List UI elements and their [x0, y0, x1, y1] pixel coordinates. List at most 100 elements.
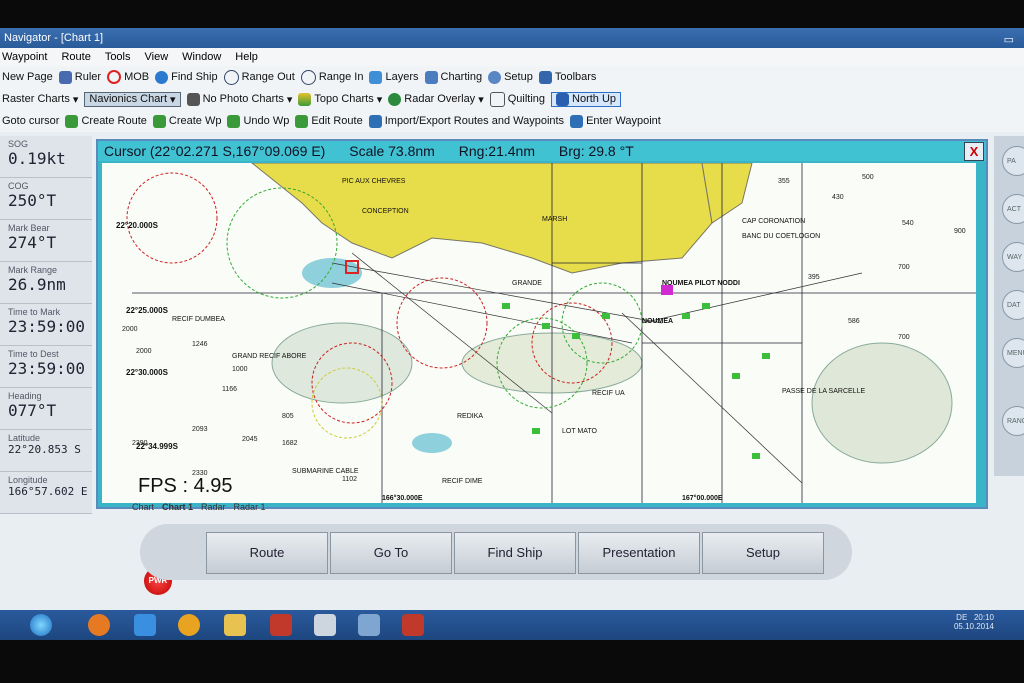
layers-icon [369, 70, 383, 84]
edit-route-button[interactable]: Edit Route [295, 114, 363, 128]
clock-date[interactable]: 05.10.2014 [954, 622, 994, 631]
pa-button[interactable]: PA [1002, 146, 1024, 176]
time-to-dest-label: Time to Dest [8, 349, 59, 359]
tab-chart[interactable]: Chart [132, 502, 154, 512]
topo-charts-dropdown[interactable]: Topo Charts ▾ [298, 92, 382, 106]
create-route-button[interactable]: Create Route [65, 114, 147, 128]
create-wp-button[interactable]: Create Wp [152, 114, 221, 128]
mob-icon [107, 70, 122, 84]
start-icon[interactable] [30, 614, 52, 636]
import-export-button[interactable]: Import/Export Routes and Waypoints [368, 114, 565, 128]
mark-range-value: 26.9nm [8, 275, 66, 294]
place-label: GRAND RECIF ABORE [232, 353, 307, 360]
quilting-toggle[interactable]: Quilting [489, 91, 545, 107]
tab-radar[interactable]: Radar [201, 502, 226, 512]
range-in-label: Range In [318, 71, 364, 83]
dat-button[interactable]: DAT [1002, 290, 1024, 320]
enter-waypoint-button[interactable]: Enter Waypoint [570, 114, 661, 128]
internet-explorer-icon[interactable] [134, 614, 156, 636]
charting-icon [424, 70, 438, 84]
mark-range-panel: Mark Range 26.9nm [0, 262, 92, 304]
north-up-toggle[interactable]: North Up [551, 91, 622, 107]
range-out-label: Range Out [241, 71, 295, 83]
system-tray: DE 20:10 05.10.2014 [954, 613, 994, 631]
presentation-button[interactable]: Presentation [578, 532, 700, 574]
latitude-label: 22°25.000S [126, 306, 169, 315]
setup-button[interactable]: Setup [488, 70, 533, 84]
window-title: Navigator - [Chart 1] [4, 32, 104, 44]
photo-charts-dropdown[interactable]: No Photo Charts ▾ [186, 92, 292, 106]
menu-help[interactable]: Help [235, 51, 258, 63]
mob-button[interactable]: MOB [107, 70, 149, 84]
tab-radar-1[interactable]: Radar 1 [234, 502, 266, 512]
layers-button[interactable]: Layers [369, 70, 419, 84]
find-ship-bottom-button[interactable]: Find Ship [454, 532, 576, 574]
create-route-label: Create Route [81, 115, 147, 127]
range-out-button[interactable]: Range Out [223, 69, 295, 85]
menu-route[interactable]: Route [61, 51, 90, 63]
goto-button[interactable]: Go To [330, 532, 452, 574]
nautical-chart[interactable]: PIC AUX CHEVRES CONCEPTION MARSH CAP COR… [102, 163, 976, 503]
tab-chart-1[interactable]: Chart 1 [162, 502, 193, 512]
place-label: CAP CORONATION [742, 218, 805, 225]
title-bar: Navigator - [Chart 1] ▭ [0, 28, 1024, 48]
charting-button[interactable]: Charting [424, 70, 482, 84]
radar-icon [388, 92, 402, 106]
route-button[interactable]: Route [206, 532, 328, 574]
ruler-button[interactable]: Ruler [58, 70, 101, 84]
chevron-down-icon: ▾ [478, 93, 484, 106]
minimize-icon[interactable]: ▭ [1004, 30, 1014, 50]
place-label: SUBMARINE CABLE [292, 468, 359, 475]
new-page-button[interactable]: New Page [2, 71, 53, 83]
goto-cursor-button[interactable]: Goto cursor [2, 115, 59, 127]
language-indicator[interactable]: DE [956, 613, 967, 622]
depth-label: 1166 [222, 386, 237, 393]
heading-panel: Heading 077°T [0, 388, 92, 430]
menu-button[interactable]: MENU [1002, 338, 1024, 368]
app-window: Navigator - [Chart 1] ▭ Waypoint Route T… [0, 28, 1024, 640]
find-ship-button[interactable]: Find Ship [155, 70, 218, 84]
camera-app-icon[interactable] [358, 614, 380, 636]
depth-label: 1682 [282, 440, 298, 447]
quilting-icon [489, 91, 505, 107]
folder-icon[interactable] [224, 614, 246, 636]
zoom-in-icon [300, 69, 316, 85]
way-button[interactable]: WAY [1002, 242, 1024, 272]
zoom-out-icon [223, 69, 239, 85]
app-icon[interactable] [270, 614, 292, 636]
app-icon[interactable] [402, 614, 424, 636]
menu-view[interactable]: View [145, 51, 169, 63]
depth-label: 430 [832, 194, 844, 201]
depth-label: 2000 [122, 326, 138, 333]
chart-canvas[interactable]: PIC AUX CHEVRES CONCEPTION MARSH CAP COR… [102, 163, 976, 503]
media-player-icon[interactable] [178, 614, 200, 636]
menu-window[interactable]: Window [182, 51, 221, 63]
menu-waypoint[interactable]: Waypoint [2, 51, 47, 63]
undo-wp-button[interactable]: Undo Wp [227, 114, 289, 128]
navionics-chart-select[interactable]: Navionics Chart ▾ [84, 91, 181, 107]
navigator-icon[interactable] [314, 614, 336, 636]
place-label: RECIF DUMBEA [172, 316, 225, 323]
camera-icon [186, 92, 200, 106]
firefox-icon[interactable] [88, 614, 110, 636]
raster-charts-dropdown[interactable]: Raster Charts ▾ [2, 93, 78, 106]
enter-waypoint-icon [570, 114, 584, 128]
act-button[interactable]: ACT [1002, 194, 1024, 224]
range-button[interactable]: RANGE [1002, 406, 1024, 436]
place-label: NOUMEA PILOT NODDI [662, 280, 740, 287]
radar-overlay-dropdown[interactable]: Radar Overlay ▾ [388, 92, 484, 106]
goto-cursor-label: Goto cursor [2, 115, 60, 127]
close-button[interactable]: X [964, 142, 984, 161]
mark-bear-panel: Mark Bear 274°T [0, 220, 92, 262]
menu-tools[interactable]: Tools [105, 51, 131, 63]
taskbar: DE 20:10 05.10.2014 [0, 610, 1024, 640]
cursor-readout: Cursor (22°02.271 S,167°09.069 E) [104, 143, 326, 159]
place-label: RECIF UA [592, 390, 625, 397]
setup-bottom-button[interactable]: Setup [702, 532, 824, 574]
north-up-label: North Up [572, 93, 617, 105]
range-in-button[interactable]: Range In [300, 69, 364, 85]
toolbars-button[interactable]: Toolbars [538, 70, 596, 84]
clock-time[interactable]: 20:10 [974, 613, 994, 622]
import-export-label: Import/Export Routes and Waypoints [384, 115, 565, 127]
mark-bear-value: 274°T [8, 233, 57, 252]
